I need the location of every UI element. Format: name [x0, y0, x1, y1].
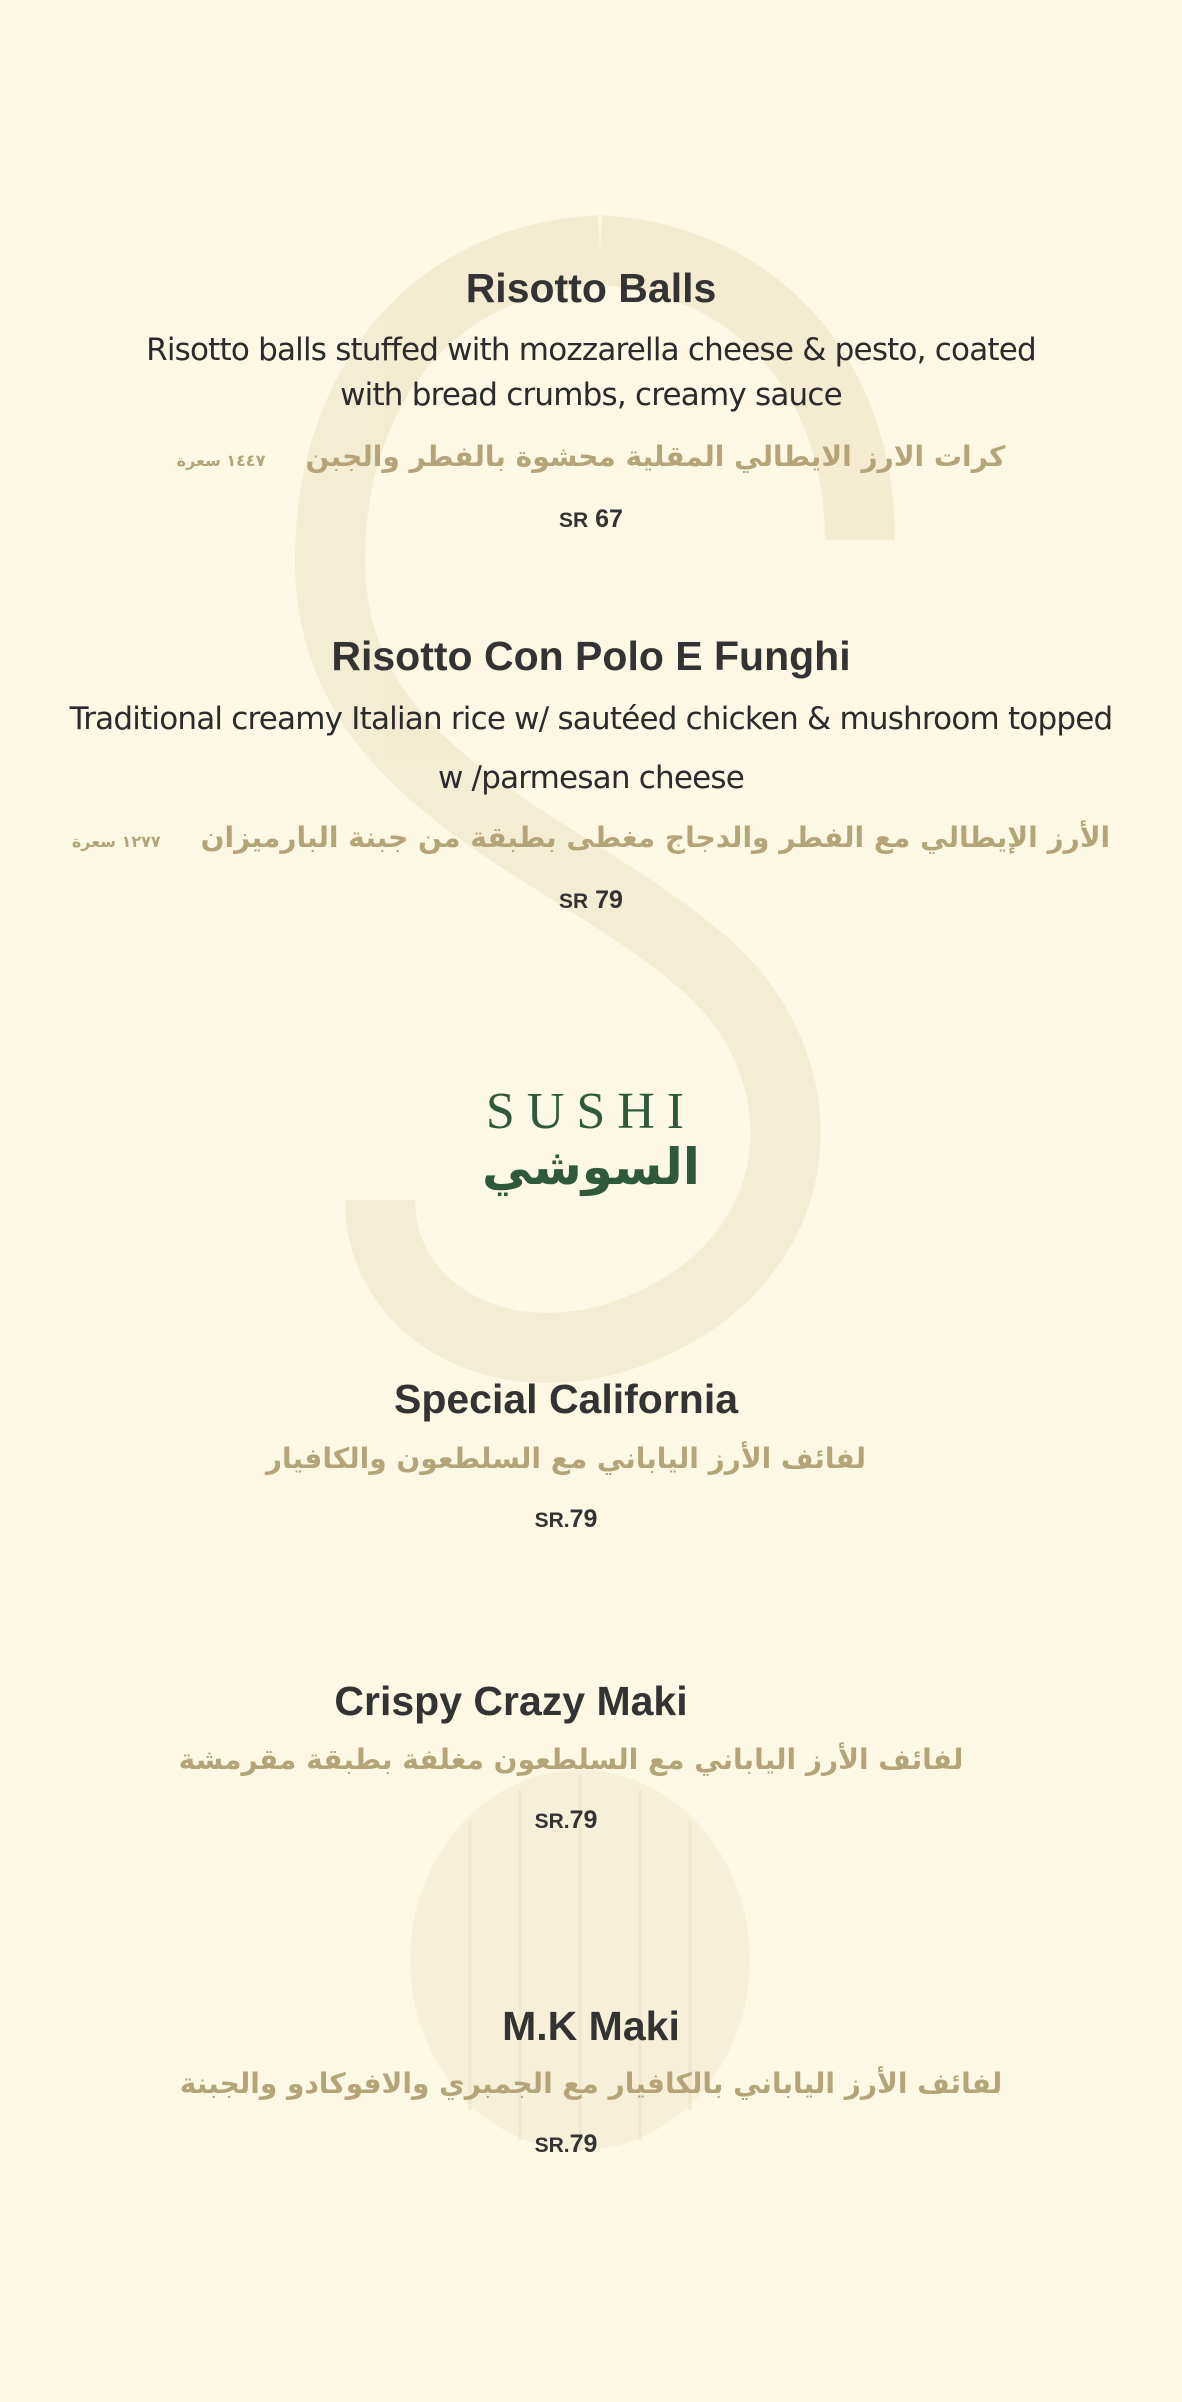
arabic-text: الأرز الإيطالي مع الفطر والدجاج مغطى بطب… — [200, 821, 1111, 854]
price-unit: SR. — [534, 1810, 570, 1833]
price-unit: SR. — [534, 1509, 570, 1532]
dish-description: with bread crumbs, creamy sauce — [340, 377, 843, 413]
dish-title: Risotto Con Polo E Funghi — [331, 633, 851, 679]
dish-arabic-description: لفائف الأرز الياباني مع السلطعون والكافي… — [265, 1442, 867, 1475]
dish-price: SR 79 — [0, 886, 1182, 915]
price-unit: SR — [559, 890, 589, 913]
calories: ١٤٤٧ سعرة — [176, 451, 266, 470]
dish-arabic-description: كرات الارز الايطالي المقلية محشوة بالفطر… — [0, 440, 1182, 473]
dish-arabic-description: الأرز الإيطالي مع الفطر والدجاج مغطى بطب… — [0, 821, 1182, 854]
dish-title: Risotto Balls — [465, 265, 717, 311]
dish-description: w /parmesan cheese — [437, 760, 745, 796]
price-value: 79 — [569, 1505, 598, 1533]
price-value: 79 — [595, 886, 623, 914]
calories: ١٢٧٧ سعرة — [71, 832, 161, 851]
dish-arabic-description: لفائف الأرز الياباني بالكافيار مع الجمبر… — [179, 2067, 1003, 2100]
dish-price: SR 67 — [0, 505, 1182, 534]
dish-title: M.K Maki — [502, 2003, 680, 2049]
arabic-text: كرات الارز الايطالي المقلية محشوة بالفطر… — [305, 440, 1006, 473]
dish-title: Special California — [393, 1376, 739, 1422]
dish-price: SR.79 — [0, 2130, 1182, 2159]
section-title: SUSHI — [485, 1083, 697, 1140]
price-unit: SR — [559, 509, 589, 532]
section-title-arabic: السوشي — [482, 1138, 700, 1196]
dish-title: Crispy Crazy Maki — [334, 1678, 688, 1724]
price-unit: SR. — [534, 2134, 570, 2157]
dish-price: SR.79 — [0, 1806, 1182, 1835]
price-value: 67 — [595, 505, 623, 533]
menu-page: Risotto Balls Risotto balls stuffed with… — [0, 0, 1182, 2402]
dish-description: Risotto balls stuffed with mozzarella ch… — [146, 332, 1037, 368]
dish-arabic-description: لفائف الأرز الياباني مع السلطعون مغلفة ب… — [178, 1743, 964, 1776]
dish-description: Traditional creamy Italian rice w/ sauté… — [69, 701, 1114, 737]
dish-price: SR.79 — [0, 1505, 1182, 1534]
price-value: 79 — [569, 1806, 598, 1834]
price-value: 79 — [569, 2130, 598, 2158]
